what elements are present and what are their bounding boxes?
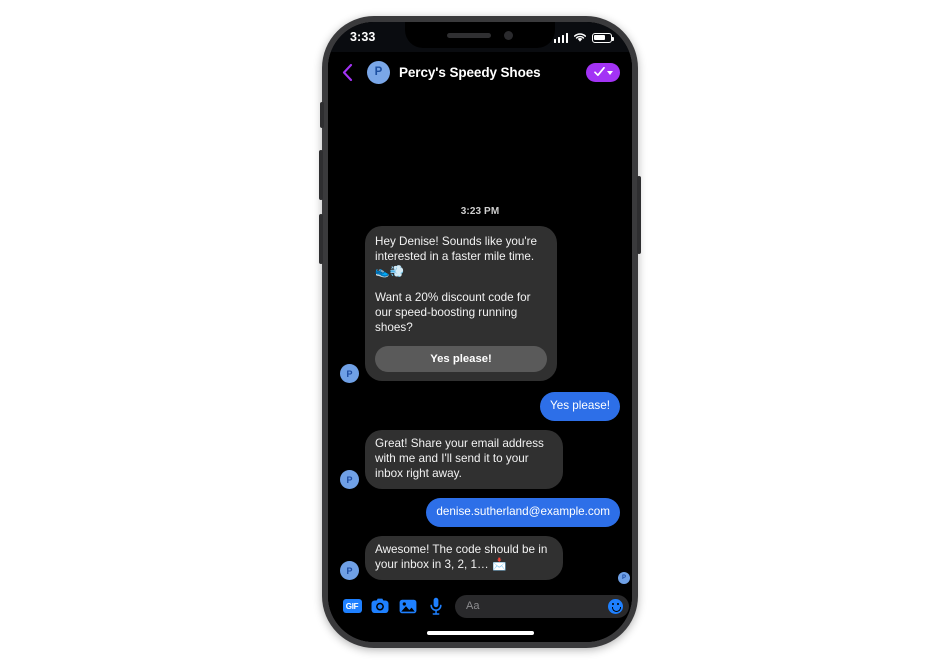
image-icon[interactable] bbox=[394, 592, 422, 620]
status-bar-time: 3:33 bbox=[350, 30, 376, 44]
message-input-wrapper[interactable] bbox=[455, 594, 629, 618]
verified-check-icon[interactable] bbox=[586, 62, 620, 82]
volume-down-button[interactable] bbox=[319, 214, 323, 264]
message-text: Hey Denise! Sounds like you're intereste… bbox=[375, 235, 538, 279]
message-avatar-row: P bbox=[340, 364, 620, 384]
avatar: P bbox=[340, 364, 359, 384]
gif-button[interactable]: GIF bbox=[338, 592, 366, 620]
back-chevron-icon[interactable] bbox=[336, 60, 358, 84]
silence-switch-button[interactable] bbox=[320, 102, 324, 128]
conversation-thread[interactable]: 3:23 PM Hey Denise! Sounds like you're i… bbox=[328, 92, 632, 588]
page-title: Percy's Speedy Shoes bbox=[399, 64, 541, 80]
message-row-incoming: P Great! Share your email address with m… bbox=[340, 430, 620, 490]
wifi-icon bbox=[573, 32, 587, 42]
chat-header: P Percy's Speedy Shoes bbox=[328, 52, 632, 92]
message-composer-toolbar: GIF bbox=[328, 588, 632, 624]
message-row-incoming: Hey Denise! Sounds like you're intereste… bbox=[340, 226, 620, 382]
message-text: Want a 20% discount code for our speed-b… bbox=[375, 291, 531, 335]
battery-icon bbox=[592, 32, 615, 43]
earpiece-speaker-icon bbox=[447, 32, 491, 38]
avatar[interactable]: P bbox=[367, 60, 390, 84]
message-row-outgoing: denise.sutherland@example.com bbox=[340, 498, 620, 528]
status-bar-indicators bbox=[553, 32, 615, 43]
message-bubble-incoming: Awesome! The code should be in your inbo… bbox=[365, 536, 563, 580]
cellular-signal-icon bbox=[553, 32, 568, 43]
message-input[interactable] bbox=[466, 600, 608, 612]
avatar: P bbox=[340, 561, 359, 580]
home-indicator-bar[interactable] bbox=[426, 631, 534, 635]
phone-screen-bezel: 3:33 P Percy's Speedy Shoes 3:23 PM Hey … bbox=[328, 22, 632, 642]
message-bubble-incoming: Hey Denise! Sounds like you're intereste… bbox=[365, 226, 557, 382]
front-camera-icon bbox=[504, 30, 513, 40]
message-bubble-outgoing: denise.sutherland@example.com bbox=[426, 498, 620, 528]
message-row-outgoing: Yes please! bbox=[340, 392, 620, 422]
smiley-icon[interactable] bbox=[608, 598, 623, 614]
messenger-app-screen: 3:33 P Percy's Speedy Shoes 3:23 PM Hey … bbox=[328, 22, 632, 642]
power-button[interactable] bbox=[637, 176, 641, 254]
message-row-incoming: P Awesome! The code should be in your in… bbox=[340, 536, 620, 580]
chevron-down-icon bbox=[606, 71, 613, 75]
check-glyph bbox=[593, 67, 605, 77]
device-notch bbox=[405, 22, 555, 48]
camera-icon[interactable] bbox=[366, 592, 394, 620]
conversation-timestamp: 3:23 PM bbox=[460, 206, 500, 218]
phone-device-frame: 3:33 P Percy's Speedy Shoes 3:23 PM Hey … bbox=[319, 16, 641, 648]
message-bubble-outgoing: Yes please! bbox=[539, 392, 620, 422]
avatar: P bbox=[340, 470, 359, 490]
message-bubble-incoming: Great! Share your email address with me … bbox=[365, 430, 563, 490]
seen-indicator-avatar: P bbox=[618, 572, 630, 584]
volume-up-button[interactable] bbox=[319, 150, 323, 200]
microphone-icon[interactable] bbox=[422, 592, 450, 620]
home-indicator-area bbox=[328, 624, 632, 642]
